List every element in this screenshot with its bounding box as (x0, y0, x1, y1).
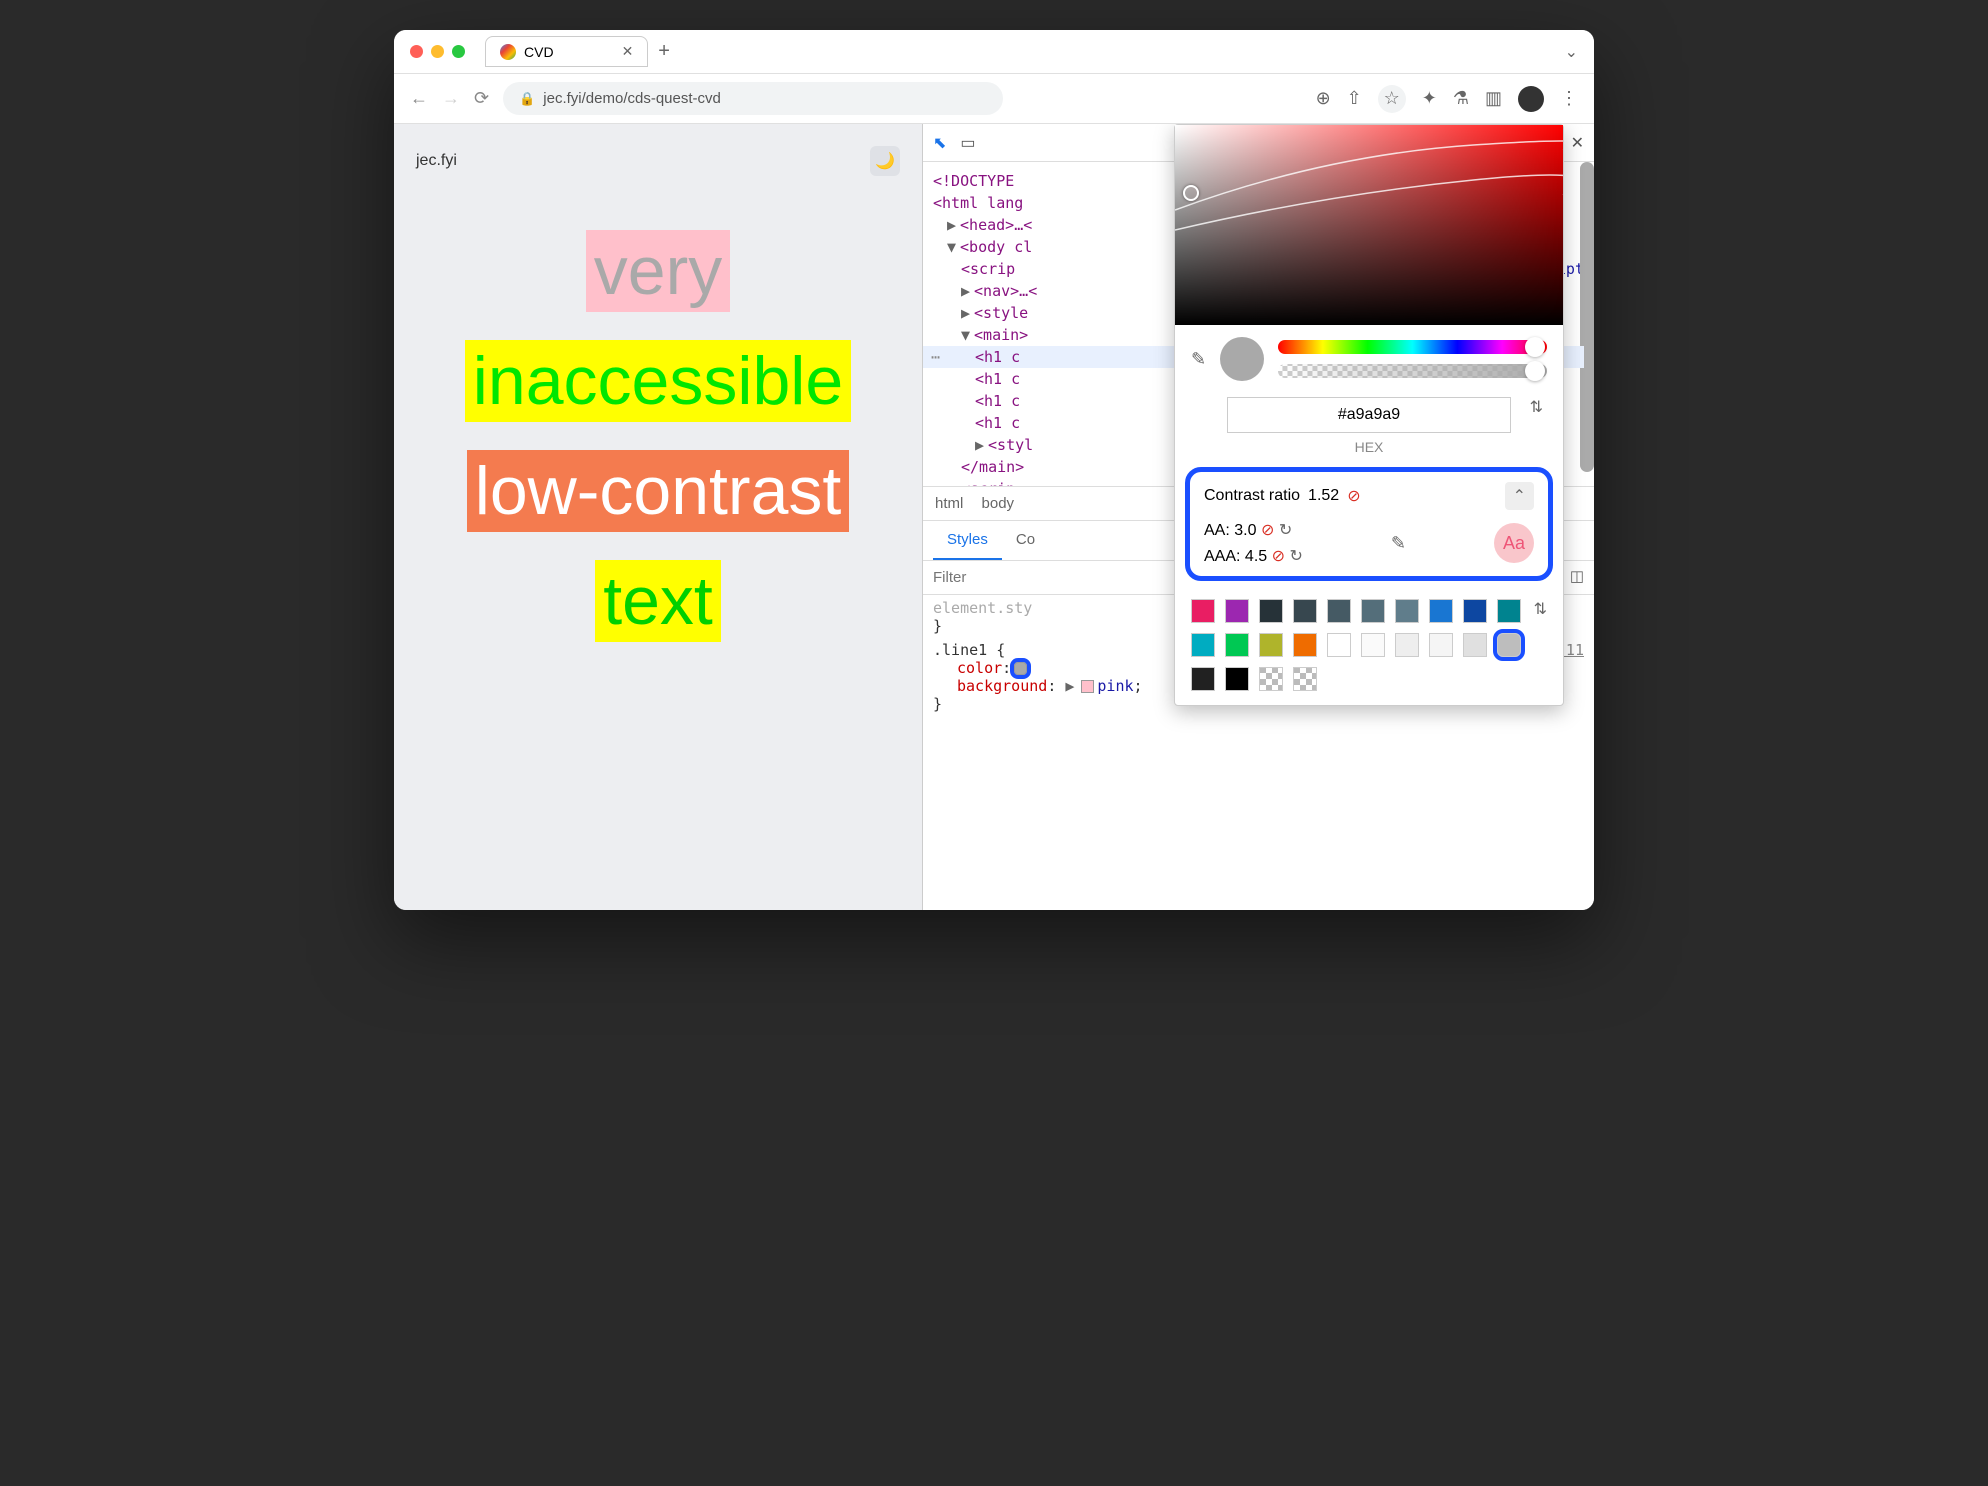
url-text: jec.fyi/demo/cds-quest-cvd (543, 90, 721, 107)
aa-fix-icon[interactable]: ↻ (1279, 522, 1292, 539)
alpha-slider[interactable] (1278, 364, 1547, 378)
devtools-panel: ⬉ ▭ ⚙ ⋮ ✕ <!DOCTYPE <html lang ▶<head>…<… (922, 124, 1594, 910)
palette-swatch[interactable] (1293, 667, 1317, 691)
gradient-cursor[interactable] (1183, 185, 1199, 201)
traffic-lights (410, 45, 465, 58)
rendered-page: jec.fyi 🌙 very inaccessible low-contrast… (394, 124, 922, 910)
palette-swatch[interactable] (1191, 633, 1215, 657)
forward-button[interactable]: → (442, 88, 460, 109)
url-input[interactable]: 🔒 jec.fyi/demo/cds-quest-cvd (503, 82, 1003, 115)
device-toolbar-icon[interactable]: ▭ (960, 133, 975, 153)
palette-swatch[interactable] (1191, 599, 1215, 623)
sidepanel-icon[interactable]: ▥ (1485, 88, 1502, 109)
palette-swatch[interactable] (1497, 633, 1521, 657)
bookmark-icon[interactable]: ☆ (1378, 85, 1406, 113)
color-palette: ⇅ (1175, 591, 1563, 705)
tab-styles[interactable]: Styles (933, 521, 1002, 560)
palette-swatch[interactable] (1191, 667, 1215, 691)
palette-swatch[interactable] (1395, 599, 1419, 623)
palette-swatch[interactable] (1293, 599, 1317, 623)
eyedropper-icon[interactable]: ✎ (1191, 349, 1206, 370)
bg-swatch[interactable] (1081, 680, 1094, 693)
demo-line3: low-contrast (467, 450, 850, 532)
close-tab-icon[interactable]: ✕ (622, 43, 634, 60)
new-tab-button[interactable]: + (658, 40, 670, 63)
aaa-fix-icon[interactable]: ↻ (1289, 548, 1302, 565)
scrollbar[interactable] (1580, 162, 1594, 472)
color-preview (1220, 337, 1264, 381)
share-icon[interactable]: ⇧ (1347, 88, 1362, 109)
palette-swatch[interactable] (1293, 633, 1317, 657)
color-picker: ✎ ⇅ HEX Contrast ratio 1.52 (1174, 124, 1564, 706)
palette-swatch[interactable] (1259, 599, 1283, 623)
palette-swatch[interactable] (1395, 633, 1419, 657)
favicon (500, 44, 516, 60)
collapse-icon[interactable]: ⌃ (1505, 482, 1534, 510)
palette-swatch[interactable] (1327, 633, 1351, 657)
palette-swatch[interactable] (1225, 667, 1249, 691)
window-titlebar: CVD ✕ + ⌄ (394, 30, 1594, 74)
palette-swatch[interactable] (1429, 633, 1453, 657)
palette-swatch[interactable] (1259, 667, 1283, 691)
palette-swatch[interactable] (1497, 599, 1521, 623)
palette-swatch[interactable] (1225, 599, 1249, 623)
demo-line2: inaccessible (465, 340, 851, 422)
palette-swatch[interactable] (1225, 633, 1249, 657)
menu-icon[interactable]: ⋮ (1560, 88, 1578, 109)
contrast-section: Contrast ratio 1.52 ⊘ ⌃ AA: 3.0 ⊘ ↻ AAA:… (1185, 467, 1553, 581)
browser-tab[interactable]: CVD ✕ (485, 36, 648, 67)
zoom-icon[interactable]: ⊕ (1316, 88, 1331, 109)
palette-swatch[interactable] (1259, 633, 1283, 657)
tab-computed[interactable]: Co (1002, 521, 1049, 560)
saturation-field[interactable] (1175, 125, 1563, 325)
demo-line1: very (586, 230, 730, 312)
contrast-preview-badge: Aa (1494, 523, 1534, 563)
minimize-window-button[interactable] (431, 45, 444, 58)
browser-window: CVD ✕ + ⌄ ← → ⟳ 🔒 jec.fyi/demo/cds-quest… (394, 30, 1594, 910)
tab-title: CVD (524, 44, 554, 60)
back-button[interactable]: ← (410, 88, 428, 109)
palette-swatch[interactable] (1463, 633, 1487, 657)
palette-toggle-icon[interactable]: ⇅ (1534, 599, 1547, 619)
palette-swatch[interactable] (1463, 599, 1487, 623)
fail-icon: ⊘ (1347, 486, 1360, 506)
palette-swatch[interactable] (1361, 599, 1385, 623)
color-swatch[interactable] (1014, 662, 1027, 675)
maximize-window-button[interactable] (452, 45, 465, 58)
palette-swatch[interactable] (1429, 599, 1453, 623)
aa-fail-icon: ⊘ (1261, 522, 1274, 539)
demo-content: very inaccessible low-contrast text (416, 216, 900, 656)
labs-icon[interactable]: ⚗ (1453, 88, 1469, 109)
reload-button[interactable]: ⟳ (474, 88, 489, 109)
palette-swatch[interactable] (1327, 599, 1351, 623)
dark-mode-toggle[interactable]: 🌙 (870, 146, 900, 176)
profile-avatar[interactable] (1518, 86, 1544, 112)
hue-slider[interactable] (1278, 340, 1547, 354)
close-window-button[interactable] (410, 45, 423, 58)
extensions-icon[interactable]: ✦ (1422, 88, 1437, 109)
aaa-fail-icon: ⊘ (1272, 548, 1285, 565)
bg-eyedropper-icon[interactable]: ✎ (1391, 533, 1406, 554)
lock-icon: 🔒 (519, 91, 535, 107)
address-bar: ← → ⟳ 🔒 jec.fyi/demo/cds-quest-cvd ⊕ ⇧ ☆… (394, 74, 1594, 124)
demo-line4: text (595, 560, 721, 642)
tabs-dropdown-icon[interactable]: ⌄ (1565, 42, 1578, 62)
hex-input[interactable] (1227, 397, 1512, 433)
site-label: jec.fyi (416, 152, 457, 170)
computed-pane-icon[interactable]: ◫ (1570, 567, 1584, 588)
close-devtools-icon[interactable]: ✕ (1571, 133, 1584, 153)
format-toggle-icon[interactable]: ⇅ (1530, 397, 1543, 417)
palette-swatch[interactable] (1361, 633, 1385, 657)
content-area: jec.fyi 🌙 very inaccessible low-contrast… (394, 124, 1594, 910)
inspect-icon[interactable]: ⬉ (933, 133, 946, 153)
